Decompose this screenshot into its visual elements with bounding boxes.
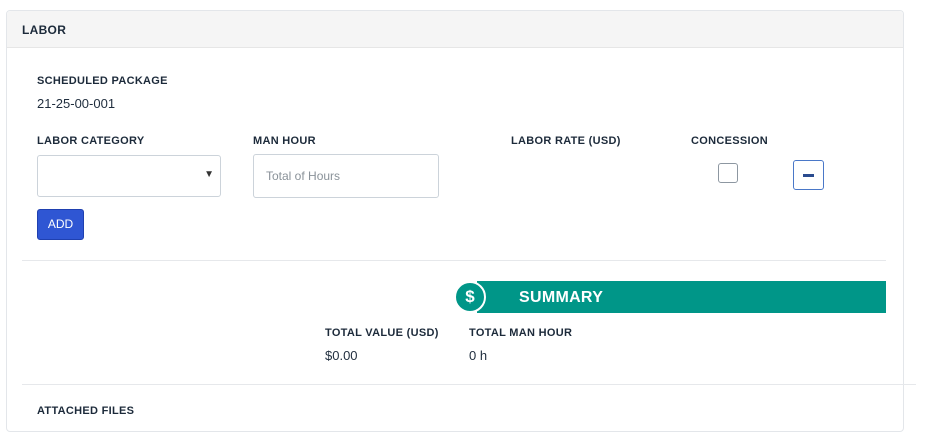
labor-card: LABOR: [6, 10, 904, 432]
attached-files-heading: ATTACHED FILES: [37, 405, 135, 417]
remove-row-button[interactable]: [793, 160, 824, 190]
man-hour-input[interactable]: [253, 154, 439, 198]
total-man-hour: 0 h: [469, 348, 488, 363]
form-divider: [22, 260, 886, 261]
summary-title: SUMMARY: [519, 289, 604, 306]
summary-banner: SUMMARY: [477, 281, 886, 313]
caret-down-icon: ▼: [204, 169, 214, 180]
add-button[interactable]: ADD: [37, 209, 84, 240]
concession-label: CONCESSION: [691, 135, 768, 147]
minus-icon: [803, 174, 814, 177]
total-value-label: TOTAL VALUE (USD): [325, 327, 439, 339]
labor-card-header: LABOR: [7, 11, 903, 48]
scheduled-package-value: 21-25-00-001: [37, 96, 116, 111]
labor-section-title: LABOR: [22, 23, 67, 37]
total-value: $0.00: [325, 348, 358, 363]
total-man-hour-label: TOTAL MAN HOUR: [469, 327, 573, 339]
man-hour-label: MAN HOUR: [253, 135, 316, 147]
labor-rate-label: LABOR RATE (USD): [511, 135, 621, 147]
labor-category-select[interactable]: ▼: [37, 155, 221, 197]
summary-divider: [22, 384, 916, 385]
labor-category-label: LABOR CATEGORY: [37, 135, 145, 147]
concession-checkbox[interactable]: [718, 163, 738, 183]
dollar-icon: $: [454, 281, 486, 313]
scheduled-package-label: SCHEDULED PACKAGE: [37, 75, 168, 87]
